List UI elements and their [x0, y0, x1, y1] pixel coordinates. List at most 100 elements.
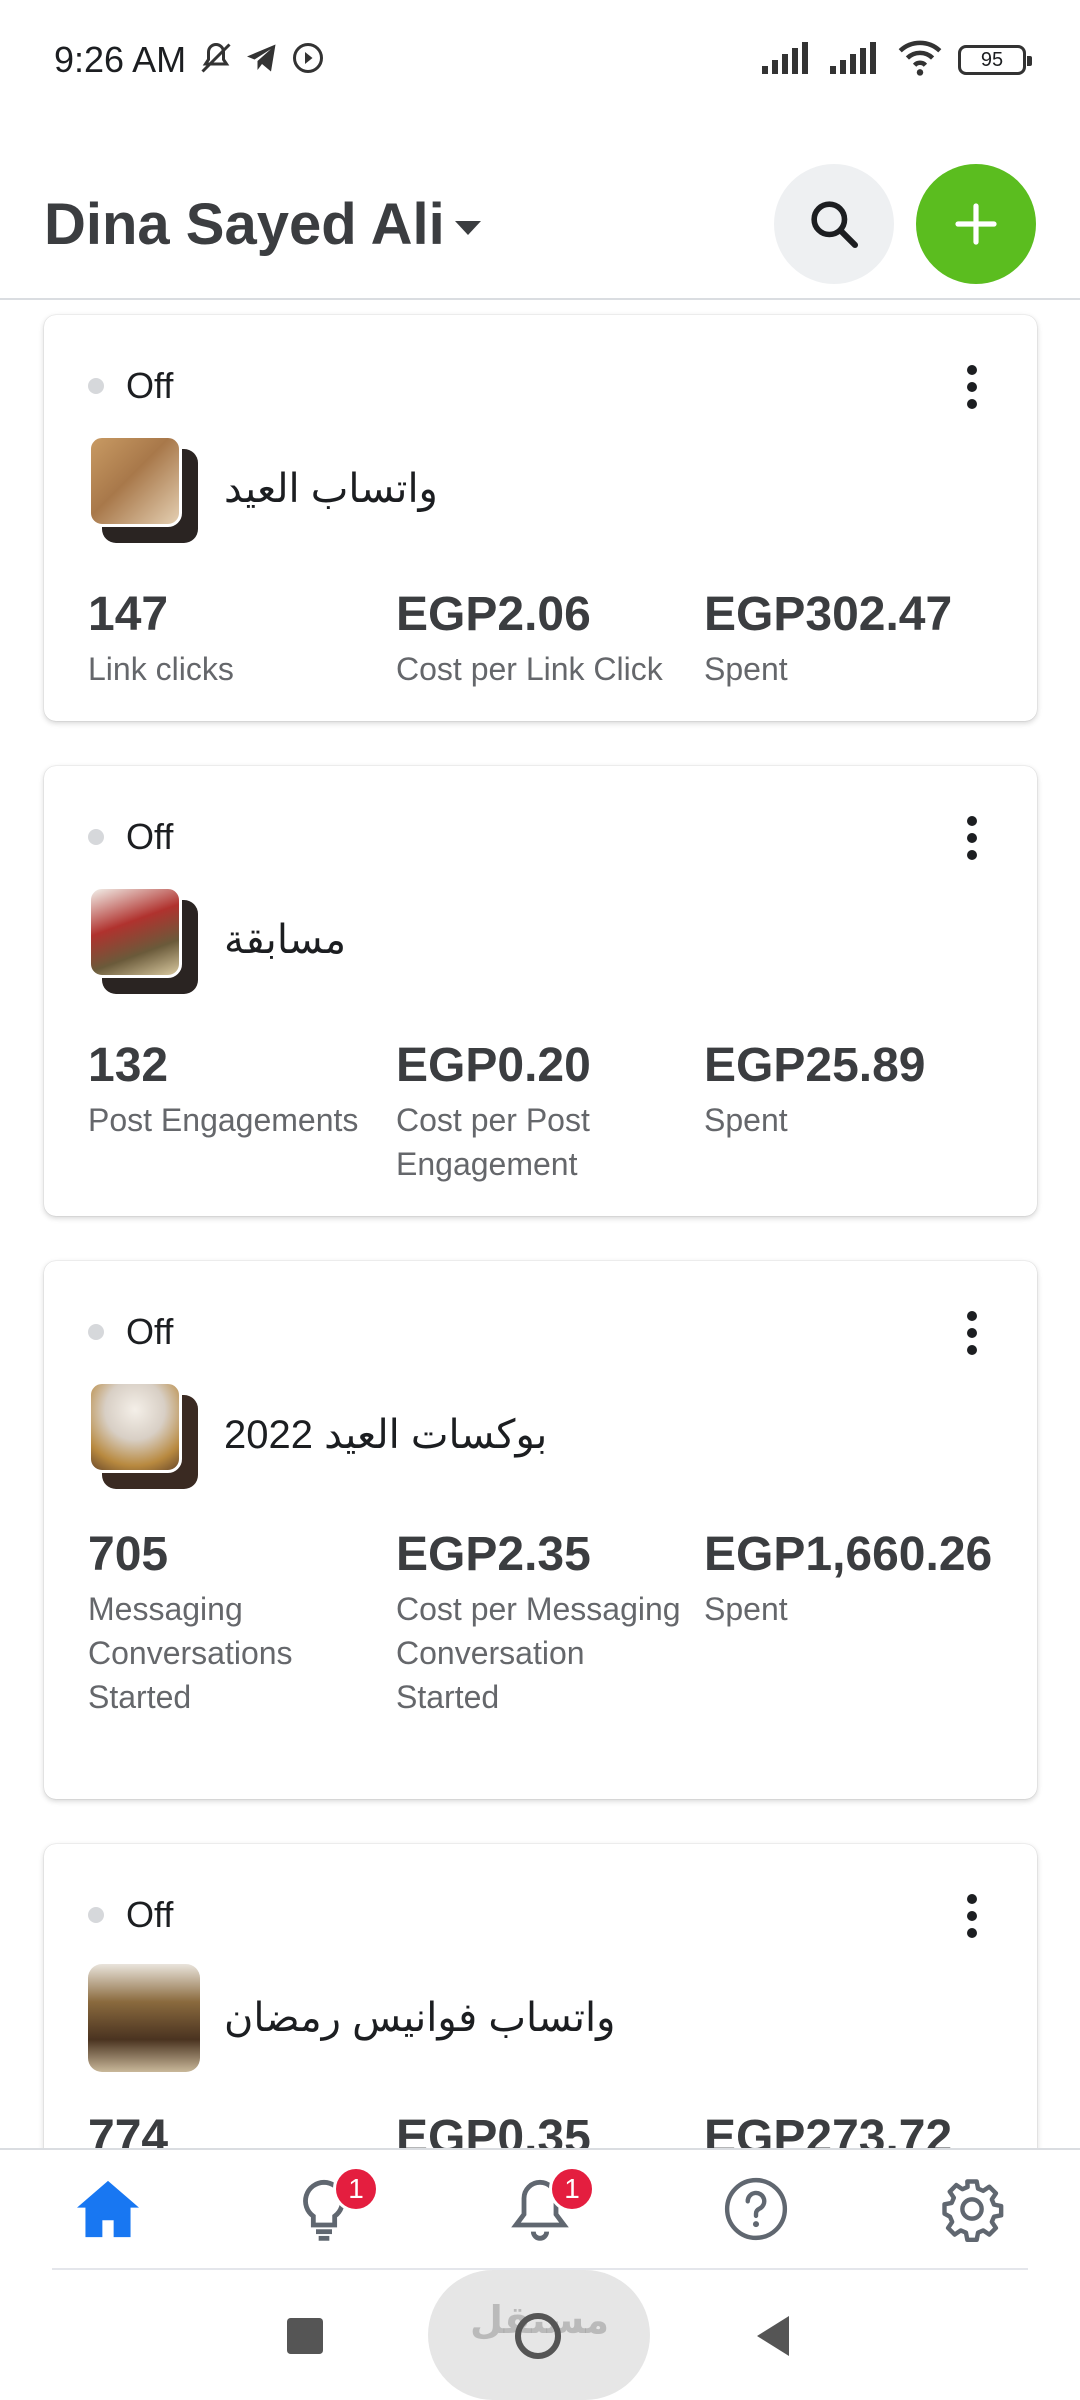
back-triangle-icon: [757, 2316, 789, 2356]
metric-value: EGP0.35: [396, 2111, 591, 2148]
signal-icon: [762, 41, 814, 79]
bottom-nav: 1 1: [0, 2148, 1080, 2268]
campaign-card[interactable]: Off واتساب العيد 147 Link clicks EGP2.06…: [44, 315, 1037, 721]
square-icon: [287, 2318, 323, 2354]
more-options-icon[interactable]: [957, 365, 987, 409]
metric-label: Spent: [704, 651, 788, 687]
circle-icon: [515, 2313, 561, 2359]
metric-cost: EGP0.20 Cost per Post Engagement: [396, 1034, 704, 1186]
home-button[interactable]: [513, 2311, 563, 2361]
status-bar: 9:26 AM 95: [0, 0, 1080, 120]
metric-value: 705: [88, 1528, 169, 1581]
metric-value: 774: [88, 2111, 169, 2148]
metric-value: EGP25.89: [704, 1039, 926, 1092]
campaign-thumbnail: [88, 1381, 200, 1489]
status-dot: [88, 378, 104, 394]
campaign-title[interactable]: مسابقة: [224, 917, 346, 963]
metric-label: Cost per Post Engagement: [396, 1102, 590, 1182]
metric-spent: EGP273.72: [704, 2106, 1012, 2148]
notification-badge: 1: [333, 2166, 379, 2212]
metric-label: Cost per Link Click: [396, 651, 663, 687]
more-options-icon[interactable]: [957, 816, 987, 860]
telegram-icon: [244, 40, 280, 81]
campaign-metrics: 132 Post Engagements EGP0.20 Cost per Po…: [88, 1034, 1012, 1186]
campaign-title[interactable]: واتساب فوانيس رمضان: [224, 1995, 615, 2041]
status-time: 9:26 AM: [54, 39, 187, 80]
account-header: Dina Sayed Ali: [0, 150, 1080, 300]
campaign-status: Off: [88, 1311, 173, 1353]
notification-badge: 1: [549, 2166, 595, 2212]
metric-cost: EGP2.35 Cost per Messaging Conversation …: [396, 1523, 704, 1719]
campaign-metrics: 147 Link clicks EGP2.06 Cost per Link Cl…: [88, 583, 1012, 691]
status-label: Off: [126, 1894, 174, 1935]
campaign-thumbnail: [88, 886, 200, 994]
campaign-status: Off: [88, 816, 173, 858]
create-ad-button[interactable]: [916, 164, 1036, 284]
metric-value: 147: [88, 588, 169, 641]
metric-value: EGP2.06: [396, 588, 591, 641]
system-nav-bar: [0, 2272, 1080, 2400]
metric-value: EGP0.20: [396, 1039, 591, 1092]
battery-icon: 95: [958, 45, 1032, 75]
metric-label: Post Engagements: [88, 1102, 359, 1138]
campaign-list[interactable]: Off واتساب العيد 147 Link clicks EGP2.06…: [0, 302, 1080, 2148]
metric-value: 132: [88, 1039, 169, 1092]
metric-label: Spent: [704, 1102, 788, 1138]
campaign-metrics: 705 Messaging Conversations Started EGP2…: [88, 1523, 1012, 1719]
campaign-status: Off: [88, 1894, 173, 1936]
metric-results: 147 Link clicks: [88, 583, 396, 691]
campaign-title[interactable]: بوكسات العيد 2022: [224, 1412, 547, 1458]
campaign-card[interactable]: Off واتساب فوانيس رمضان 774 EGP0.35 EGP2…: [44, 1844, 1037, 2148]
search-button[interactable]: [774, 164, 894, 284]
more-options-icon[interactable]: [957, 1894, 987, 1938]
gear-icon: [942, 2179, 1004, 2242]
chevron-down-icon[interactable]: [454, 221, 481, 235]
metric-label: Spent: [704, 1591, 788, 1627]
status-dot: [88, 1907, 104, 1923]
recents-button[interactable]: [287, 2318, 323, 2354]
status-label: Off: [126, 1311, 174, 1352]
tab-settings[interactable]: [864, 2150, 1080, 2268]
campaign-card[interactable]: Off بوكسات العيد 2022 705 Messaging Conv…: [44, 1261, 1037, 1799]
metric-spent: EGP1,660.26 Spent: [704, 1523, 1012, 1719]
plus-icon: [955, 203, 997, 245]
metric-results: 705 Messaging Conversations Started: [88, 1523, 396, 1719]
metric-results: 132 Post Engagements: [88, 1034, 396, 1186]
campaign-thumbnail: [88, 1964, 200, 2072]
metric-cost: EGP0.35: [396, 2106, 704, 2148]
back-button[interactable]: [753, 2315, 793, 2357]
campaign-metrics: 774 EGP0.35 EGP273.72: [88, 2106, 1012, 2148]
metric-label: Link clicks: [88, 651, 234, 687]
help-icon: [724, 2177, 788, 2241]
bell-muted-icon: [198, 40, 234, 81]
metric-value: EGP273.72: [704, 2111, 953, 2148]
tab-home[interactable]: [0, 2150, 216, 2268]
vpn-icon: [290, 40, 326, 81]
metric-cost: EGP2.06 Cost per Link Click: [396, 583, 704, 691]
tab-help[interactable]: [648, 2150, 864, 2268]
metric-value: EGP302.47: [704, 588, 953, 641]
metric-label: Cost per Messaging Conversation Started: [396, 1591, 681, 1715]
metric-spent: EGP25.89 Spent: [704, 1034, 1012, 1186]
metric-results: 774: [88, 2106, 396, 2148]
search-icon: [811, 201, 859, 249]
status-label: Off: [126, 365, 174, 406]
tab-notifications[interactable]: 1: [432, 2150, 648, 2268]
tab-ideas[interactable]: 1: [216, 2150, 432, 2268]
metric-value: EGP1,660.26: [704, 1528, 993, 1581]
campaign-title[interactable]: واتساب العيد: [224, 466, 438, 512]
metric-spent: EGP302.47 Spent: [704, 583, 1012, 691]
wifi-icon: [898, 40, 942, 81]
campaign-status: Off: [88, 365, 173, 407]
status-dot: [88, 1324, 104, 1340]
metric-label: Messaging Conversations Started: [88, 1591, 293, 1715]
home-icon: [77, 2180, 139, 2238]
campaign-card[interactable]: Off مسابقة 132 Post Engagements EGP0.20 …: [44, 766, 1037, 1216]
more-options-icon[interactable]: [957, 1311, 987, 1355]
status-label: Off: [126, 816, 174, 857]
metric-value: EGP2.35: [396, 1528, 591, 1581]
status-dot: [88, 829, 104, 845]
campaign-thumbnail: [88, 435, 200, 543]
account-name[interactable]: Dina Sayed Ali: [44, 191, 445, 258]
signal-icon: [830, 41, 882, 79]
